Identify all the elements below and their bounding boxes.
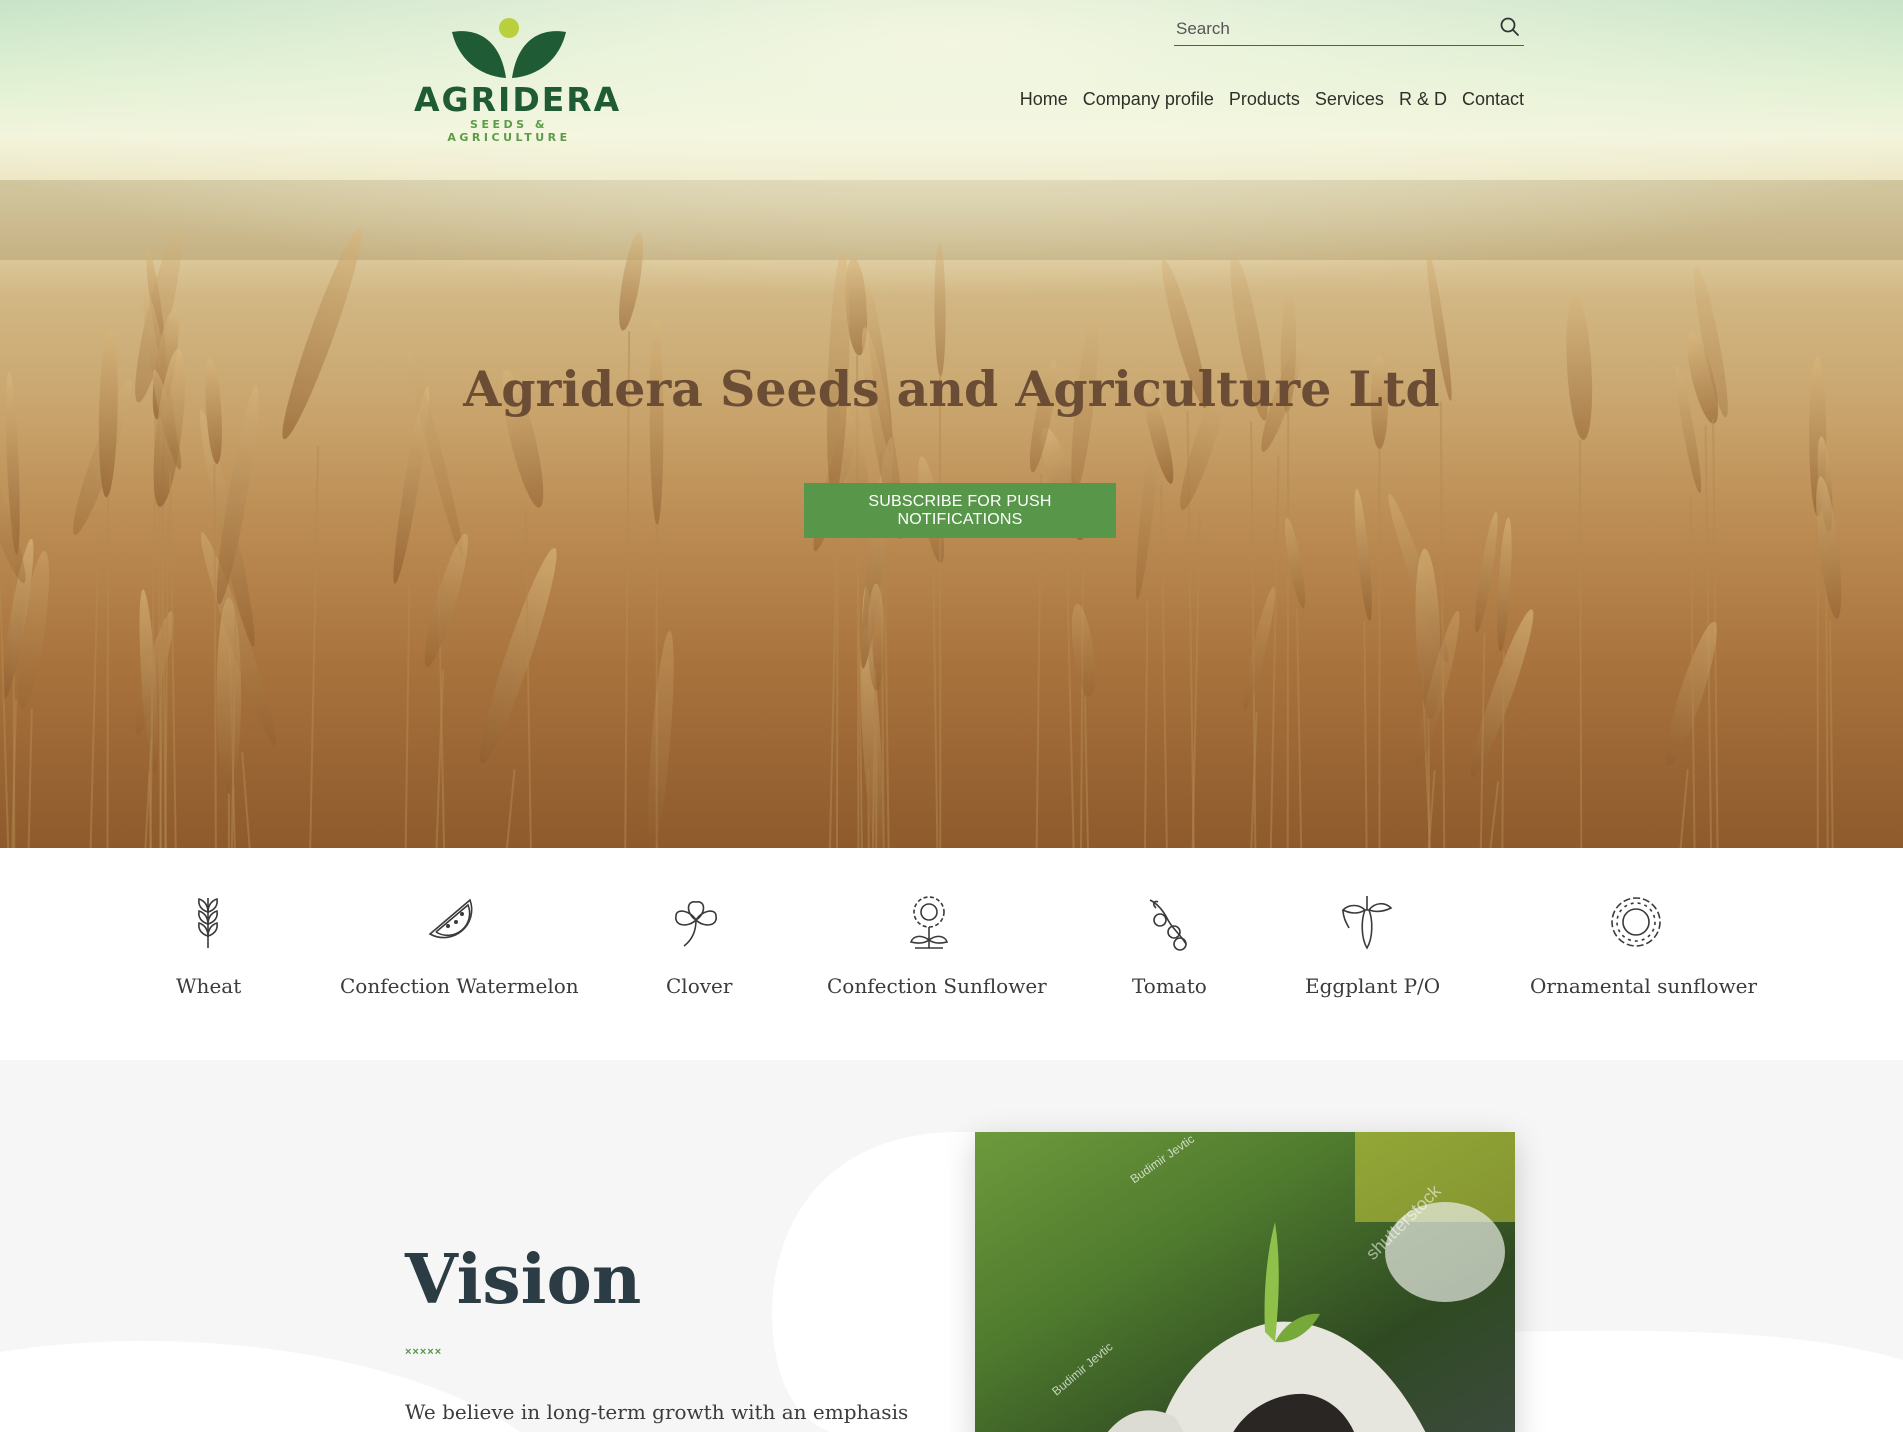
nav-company-profile[interactable]: Company profile (1083, 89, 1214, 110)
wheat-icon (198, 897, 218, 948)
watermelon-icon (428, 898, 473, 939)
eggplant-icon (1341, 896, 1393, 950)
nav-products[interactable]: Products (1229, 89, 1300, 110)
vision-section: Vision ××××× We believe in long-term gro… (0, 1060, 1903, 1432)
main-nav: Home Company profile Products Services R… (1020, 89, 1524, 110)
ornamental-sunflower-icon (1611, 897, 1661, 947)
vision-text: We believe in long-term growth with an e… (405, 1400, 909, 1424)
vision-image: Budimir Jevtic shutterstock Budimir Jevt… (975, 1132, 1515, 1432)
vision-title: Vision (405, 1240, 642, 1320)
section-divider: ××××× (405, 1346, 443, 1358)
nav-r-and-d[interactable]: R & D (1399, 89, 1447, 110)
clover-icon (675, 901, 717, 947)
category-label: Ornamental sunflower (1530, 974, 1758, 998)
wheat-field-background (0, 0, 1903, 848)
background-curves (0, 1132, 1903, 1432)
category-label: Wheat (176, 974, 242, 998)
tomato-icon (1149, 899, 1187, 951)
hero-section: AGRIDERA SEEDS & AGRICULTURE Home Compan… (0, 0, 1903, 848)
category-label: Confection Watermelon (340, 974, 579, 998)
nav-home[interactable]: Home (1020, 89, 1068, 110)
search-input[interactable] (1174, 14, 1484, 44)
category-label: Eggplant P/O (1305, 974, 1441, 998)
leaf-logo-icon (452, 18, 566, 78)
product-categories: Wheat Confection Watermelon Clover Confe… (0, 848, 1903, 1060)
category-label: Tomato (1132, 974, 1207, 998)
brand-name: AGRIDERA (414, 80, 622, 119)
brand-tagline: SEEDS & AGRICULTURE (447, 118, 571, 144)
search-icon[interactable] (1498, 16, 1522, 40)
brand-logo[interactable]: AGRIDERA SEEDS & AGRICULTURE (414, 18, 622, 144)
sunflower-icon (909, 896, 949, 949)
nav-services[interactable]: Services (1315, 89, 1384, 110)
hero-title: Agridera Seeds and Agriculture Ltd (463, 360, 1440, 418)
subscribe-push-button[interactable]: SUBSCRIBE FOR PUSH NOTIFICATIONS (804, 483, 1116, 538)
category-label: Clover (666, 974, 733, 998)
nav-contact[interactable]: Contact (1462, 89, 1524, 110)
search-bar (1174, 14, 1524, 46)
category-label: Confection Sunflower (827, 974, 1047, 998)
